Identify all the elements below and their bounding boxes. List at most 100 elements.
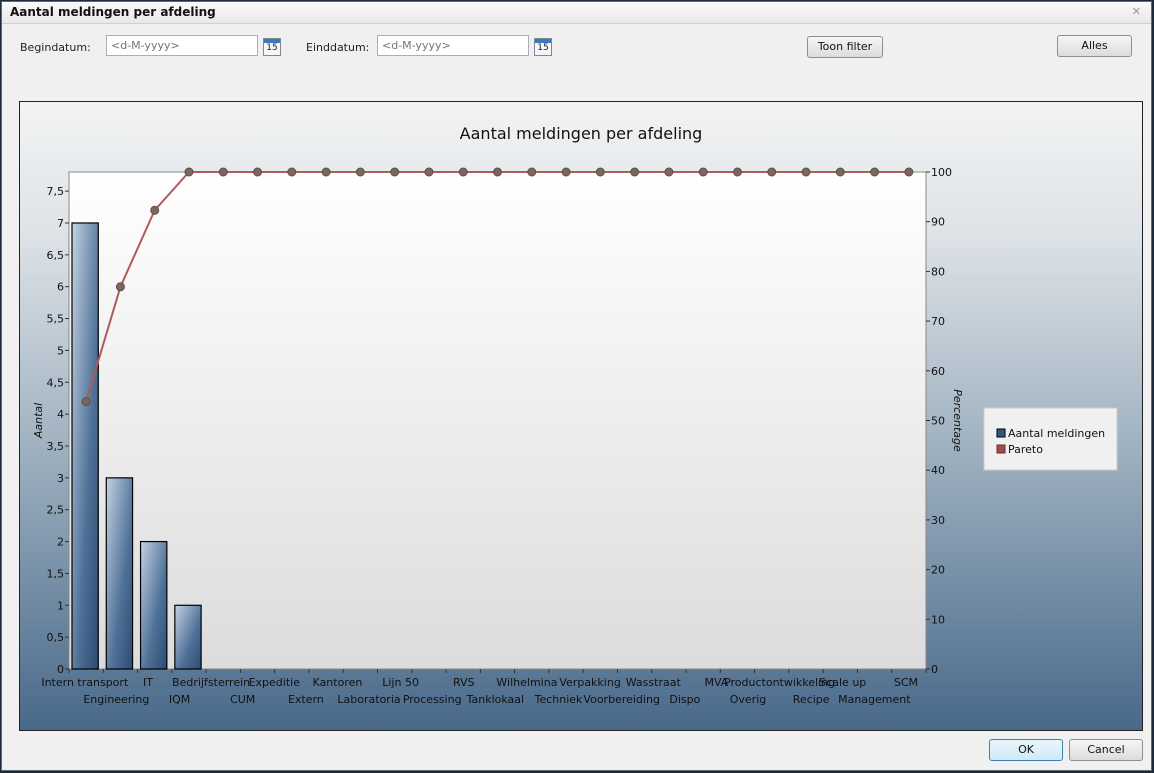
pareto-point xyxy=(835,167,845,177)
x-tick-label: Overig xyxy=(730,693,767,706)
x-tick-label: Verpakking xyxy=(559,676,620,689)
x-tick-label: Lijn 50 xyxy=(382,676,419,689)
y2-tick-label: 70 xyxy=(931,315,945,328)
legend-swatch-pareto xyxy=(996,444,1006,454)
pareto-point xyxy=(321,167,331,177)
x-tick-label: Bedrijfsterrein xyxy=(172,676,250,689)
y2-tick-label: 100 xyxy=(931,166,952,179)
y2-tick-label: 60 xyxy=(931,365,945,378)
legend-label-bars: Aantal meldingen xyxy=(1008,427,1105,440)
y-tick-label: 6,5 xyxy=(47,249,65,262)
y2-axis-label: Percentage xyxy=(951,389,964,452)
y-tick-label: 5,5 xyxy=(47,313,65,326)
dialog-window: Aantal meldingen per afdeling ✕ Begindat… xyxy=(1,1,1152,771)
cancel-button[interactable]: Cancel xyxy=(1069,739,1143,761)
y2-tick-label: 40 xyxy=(931,464,945,477)
x-tick-label: Laboratoria xyxy=(337,693,400,706)
y-tick-label: 5 xyxy=(57,344,64,357)
y2-tick-label: 50 xyxy=(931,415,945,428)
x-tick-label: Engineering xyxy=(83,693,149,706)
pareto-point xyxy=(458,167,468,177)
pareto-point xyxy=(390,167,400,177)
x-tick-label: Kantoren xyxy=(313,676,363,689)
x-tick-label: Wasstraat xyxy=(626,676,682,689)
pareto-point xyxy=(904,167,914,177)
begin-calendar-icon[interactable]: 15 xyxy=(263,38,281,56)
bar xyxy=(174,604,202,670)
bar xyxy=(71,222,99,670)
all-button[interactable]: Alles xyxy=(1057,35,1132,57)
y-tick-label: 3 xyxy=(57,472,64,485)
pareto-point xyxy=(253,167,263,177)
pareto-point xyxy=(801,167,811,177)
close-icon[interactable]: ✕ xyxy=(1132,5,1141,18)
begin-date-input[interactable] xyxy=(106,35,258,56)
x-tick-label: Expeditie xyxy=(249,676,301,689)
window-title: Aantal meldingen per afdeling xyxy=(10,5,216,19)
y-tick-label: 2,5 xyxy=(47,504,65,517)
x-tick-label: Management xyxy=(838,693,911,706)
pareto-point xyxy=(664,167,674,177)
x-tick-label: IT xyxy=(143,676,153,689)
end-date-input[interactable] xyxy=(377,35,529,56)
y-tick-label: 3,5 xyxy=(47,440,65,453)
y-tick-label: 7,5 xyxy=(47,185,65,198)
x-tick-label: Voorbereiding xyxy=(583,693,660,706)
end-calendar-icon[interactable]: 15 xyxy=(534,38,552,56)
pareto-point xyxy=(493,167,502,177)
y-tick-label: 1,5 xyxy=(47,567,65,580)
y2-tick-label: 10 xyxy=(931,613,945,626)
y-tick-label: 4 xyxy=(57,408,64,421)
x-tick-label: Recipe xyxy=(793,693,830,706)
y-tick-label: 2 xyxy=(57,536,64,549)
title-bar: Aantal meldingen per afdeling ✕ xyxy=(2,2,1151,24)
x-tick-label: IQM xyxy=(169,693,190,706)
pareto-point xyxy=(355,167,365,177)
y-tick-label: 4,5 xyxy=(47,376,65,389)
ok-button[interactable]: OK xyxy=(989,739,1063,761)
pareto-point xyxy=(424,167,434,177)
pareto-point xyxy=(150,205,160,215)
y-axis-label: Aantal xyxy=(32,403,45,439)
x-tick-label: Scale up xyxy=(819,676,866,689)
legend-label-pareto: Pareto xyxy=(1008,443,1043,456)
pareto-point xyxy=(767,167,777,177)
pareto-point xyxy=(287,167,297,177)
pareto-point xyxy=(630,167,640,177)
y2-tick-label: 20 xyxy=(931,564,945,577)
y-tick-label: 1 xyxy=(57,599,64,612)
pareto-point xyxy=(561,167,571,177)
pareto-point xyxy=(81,397,91,407)
x-tick-label: CUM xyxy=(230,693,255,706)
y-tick-label: 0 xyxy=(57,663,64,676)
chart-area: Aantal meldingen per afdeling 0 0,5 1 1,5 2 2,… xyxy=(19,101,1143,731)
pareto-point xyxy=(218,167,228,177)
x-tick-label: Intern transport xyxy=(41,676,129,689)
x-tick-label: Tanklokaal xyxy=(466,693,524,706)
bar xyxy=(139,540,168,670)
y2-tick-label: 90 xyxy=(931,216,945,229)
x-tick-label: Wilhelmina xyxy=(496,676,557,689)
pareto-point xyxy=(595,167,605,177)
plot-area xyxy=(68,171,927,670)
pareto-chart: Aantal meldingen per afdeling 0 0,5 1 1,5 2 2,… xyxy=(32,124,1118,706)
pareto-point xyxy=(184,167,194,177)
x-tick-label: Extern xyxy=(288,693,324,706)
legend-swatch-bars xyxy=(996,428,1006,438)
show-filter-button[interactable]: Toon filter xyxy=(807,36,883,58)
x-tick-label: Techniek xyxy=(534,693,583,706)
y2-tick-label: 80 xyxy=(931,265,945,278)
y2-tick-label: 30 xyxy=(931,514,945,527)
pareto-point xyxy=(527,167,537,177)
pareto-point xyxy=(115,282,125,292)
bar xyxy=(105,477,134,670)
begin-date-label: Begindatum: xyxy=(20,41,91,54)
chart-title: Aantal meldingen per afdeling xyxy=(460,124,703,143)
x-tick-label: SCM xyxy=(894,676,918,689)
y-tick-label: 6 xyxy=(57,281,64,294)
y2-tick-label: 0 xyxy=(931,663,938,676)
y-tick-label: 7 xyxy=(57,217,64,230)
y-tick-label: 0,5 xyxy=(47,631,65,644)
pareto-point xyxy=(870,167,880,177)
pareto-point xyxy=(732,167,742,177)
